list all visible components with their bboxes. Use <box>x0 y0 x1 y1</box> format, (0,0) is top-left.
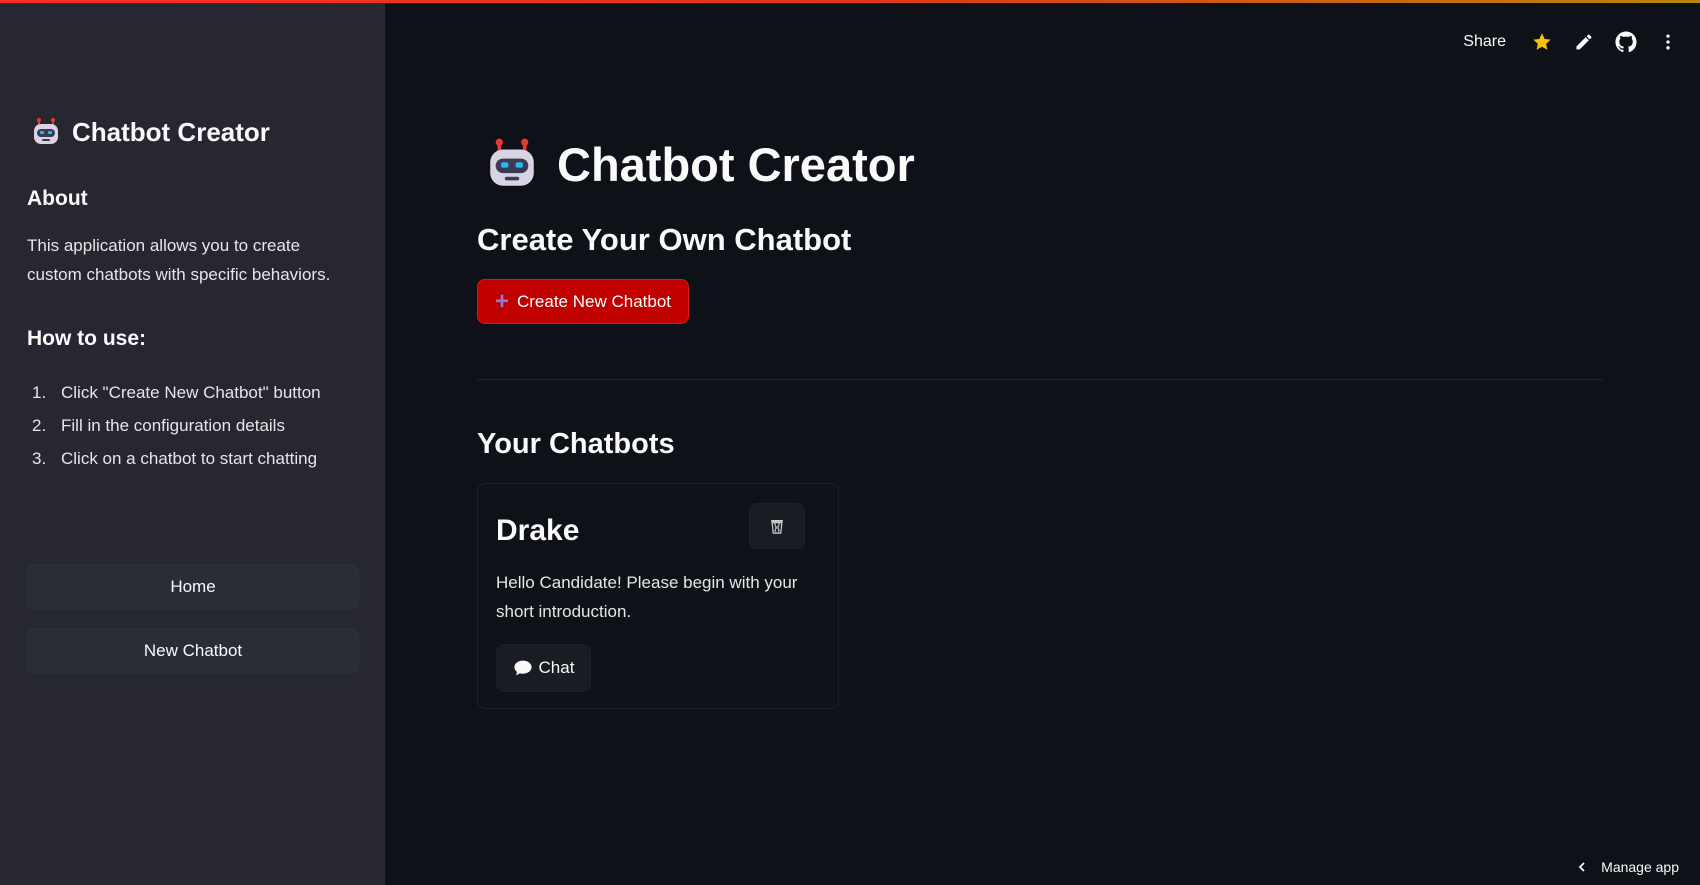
github-icon[interactable] <box>1614 30 1638 54</box>
wastebasket-icon <box>771 520 783 534</box>
new-chatbot-button[interactable]: New Chatbot <box>27 628 359 674</box>
howto-step: 2. Fill in the configuration details <box>27 409 357 442</box>
step-number: 2. <box>32 416 47 435</box>
star-icon[interactable] <box>1530 30 1554 54</box>
header-toolbar: Share <box>1463 26 1680 58</box>
your-chatbots-heading: Your Chatbots <box>477 428 675 460</box>
speech-bubble-icon <box>513 660 532 676</box>
sidebar-title-text: Chatbot Creator <box>72 116 270 147</box>
create-new-chatbot-button[interactable]: + Create New Chatbot <box>477 279 689 324</box>
delete-chatbot-button[interactable] <box>749 503 805 549</box>
page-title-text: Chatbot Creator <box>557 137 915 191</box>
divider <box>477 379 1603 380</box>
step-number: 3. <box>32 449 47 468</box>
howto-heading: How to use: <box>27 327 146 350</box>
about-heading: About <box>27 187 88 210</box>
manage-app-button[interactable]: Manage app <box>1577 859 1679 875</box>
plus-icon: + <box>494 287 509 315</box>
create-button-label: Create New Chatbot <box>516 291 672 311</box>
chatbot-card: Drake Hello Candidate! Please begin with… <box>477 483 839 709</box>
pencil-icon[interactable] <box>1572 30 1596 54</box>
page-title: Chatbot Creator <box>483 135 915 193</box>
step-number: 1. <box>32 383 47 402</box>
share-button[interactable]: Share <box>1463 33 1506 51</box>
howto-step: 3. Click on a chatbot to start chatting <box>27 442 357 475</box>
create-heading: Create Your Own Chatbot <box>477 222 852 257</box>
step-text: Fill in the configuration details <box>61 416 285 435</box>
howto-step: 1. Click "Create New Chatbot" button <box>27 376 357 409</box>
step-text: Click "Create New Chatbot" button <box>61 383 321 402</box>
chevron-left-icon <box>1578 862 1585 872</box>
chatbot-greeting: Hello Candidate! Please begin with your … <box>496 573 798 621</box>
home-button[interactable]: Home <box>27 564 359 610</box>
manage-app-label: Manage app <box>1601 859 1679 875</box>
howto-steps: 1. Click "Create New Chatbot" button 2. … <box>27 376 357 475</box>
more-vertical-icon[interactable] <box>1656 30 1680 54</box>
step-text: Click on a chatbot to start chatting <box>61 449 318 468</box>
sidebar: Chatbot Creator About This application a… <box>0 0 385 885</box>
chatbot-name: Drake <box>496 514 580 547</box>
about-text: This application allows you to create cu… <box>27 236 331 284</box>
chat-button[interactable]: Chat <box>496 644 591 692</box>
top-decoration-bar <box>0 0 1700 3</box>
sidebar-title: Chatbot Creator <box>30 116 270 148</box>
chat-button-label: Chat <box>538 658 575 677</box>
robot-icon <box>34 118 58 144</box>
robot-icon <box>490 138 534 186</box>
